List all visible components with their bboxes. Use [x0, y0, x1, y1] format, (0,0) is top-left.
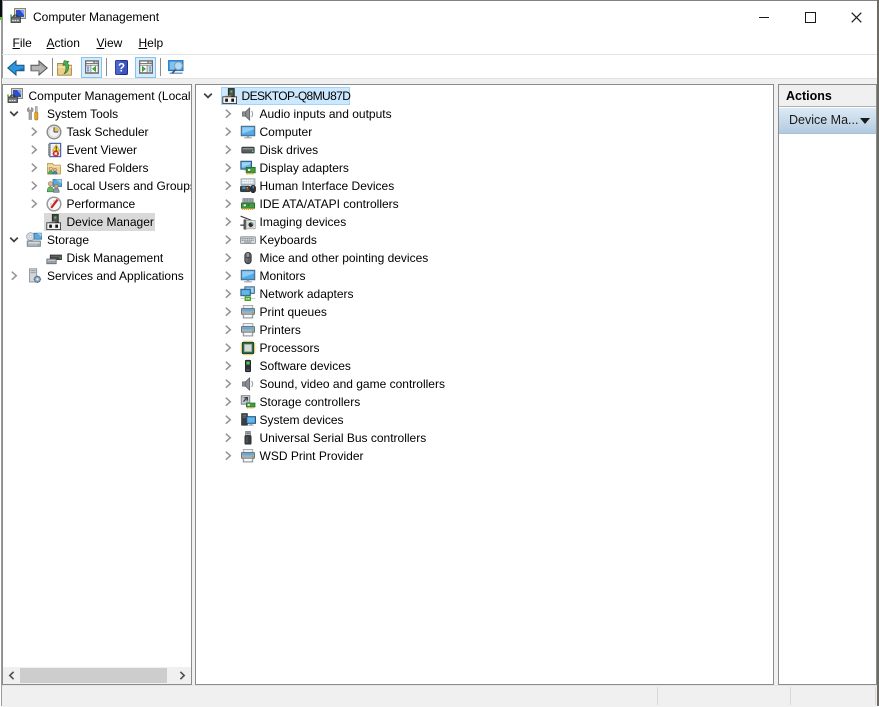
- svg-text:?: ?: [118, 62, 125, 74]
